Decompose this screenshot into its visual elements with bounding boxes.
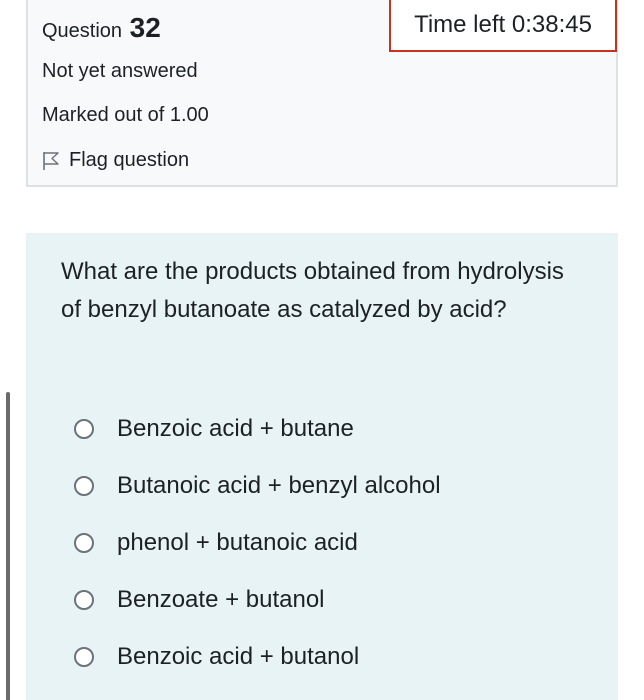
- answer-option[interactable]: Benzoic acid + butane: [74, 400, 441, 457]
- time-left-timer: Time left 0:38:45: [389, 0, 617, 52]
- answer-option[interactable]: phenol + butanoic acid: [74, 514, 441, 571]
- radio-button[interactable]: [74, 646, 94, 667]
- radio-button[interactable]: [74, 532, 94, 553]
- answer-option[interactable]: Butanoic acid + benzyl alcohol: [74, 457, 441, 514]
- quiz-page: Question 32 Not yet answered Marked out …: [0, 0, 644, 700]
- marks-info: Marked out of 1.00: [42, 104, 209, 126]
- question-number: 32: [129, 12, 161, 43]
- answer-label: phenol + butanoic acid: [117, 528, 358, 556]
- answer-label: Benzoic acid + butanol: [117, 642, 360, 670]
- answer-label: Benzoic acid + butane: [117, 414, 354, 442]
- question-text: What are the products obtained from hydr…: [61, 258, 564, 323]
- time-left-text: Time left 0:38:45: [414, 11, 592, 38]
- scrollbar[interactable]: [6, 392, 10, 700]
- flag-question-label: Flag question: [69, 149, 190, 171]
- answer-status: Not yet answered: [42, 60, 198, 82]
- answer-label: Benzoate + butanol: [117, 585, 325, 613]
- radio-button[interactable]: [74, 475, 94, 496]
- question-label: Question: [42, 20, 123, 42]
- flag-icon: [42, 151, 60, 171]
- answer-option[interactable]: Benzoate + butanol: [74, 571, 441, 628]
- answer-options: Benzoic acid + butane Butanoic acid + be…: [74, 400, 441, 685]
- flag-question-link[interactable]: Flag question: [42, 149, 189, 172]
- answer-option[interactable]: Benzoic acid + butanol: [74, 628, 441, 685]
- radio-button[interactable]: [74, 418, 94, 439]
- radio-button[interactable]: [74, 589, 94, 610]
- answer-label: Butanoic acid + benzyl alcohol: [117, 471, 441, 499]
- question-number-label: Question 32: [42, 12, 161, 44]
- question-content: What are the products obtained from hydr…: [26, 233, 618, 700]
